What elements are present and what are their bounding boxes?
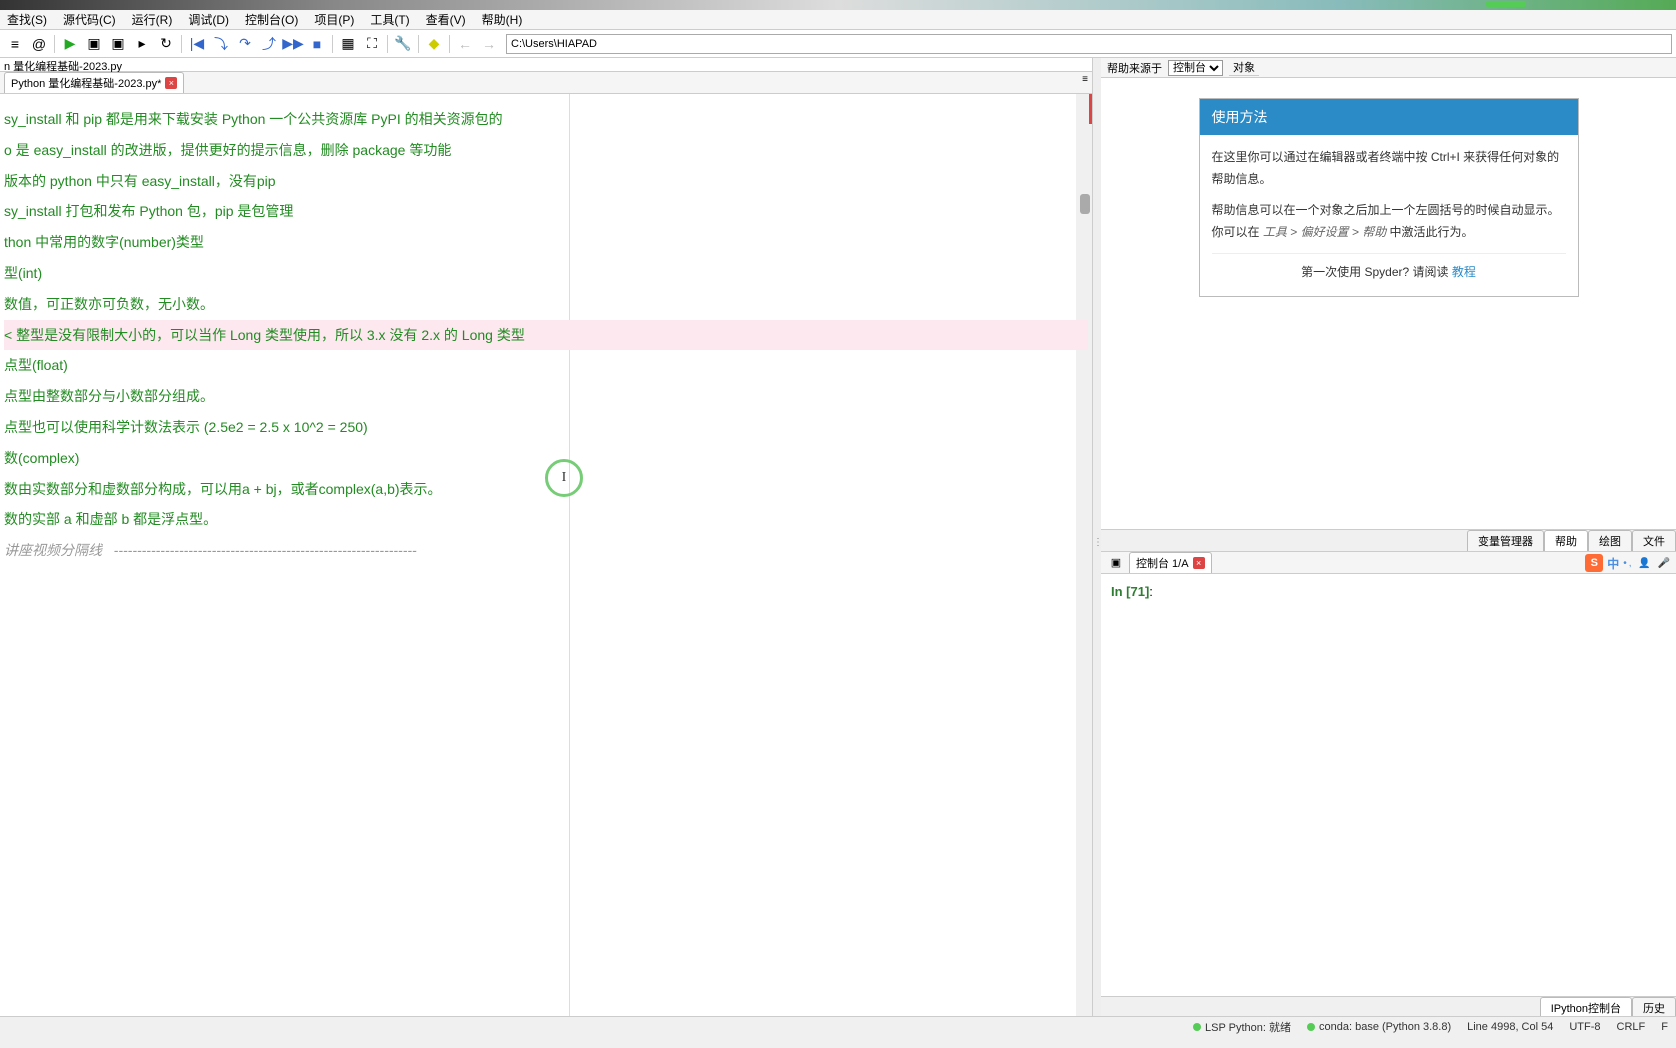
help-body: 使用方法 在这里你可以通过在编辑器或者终端中按 Ctrl+I 来获得任何对象的帮… <box>1101 78 1676 529</box>
help-header: 帮助来源于 控制台 对象 <box>1101 58 1676 78</box>
ime-bar: S 中 •, 👤 🎤 <box>1585 554 1672 572</box>
tab-plot[interactable]: 绘图 <box>1588 530 1632 551</box>
run-cell-icon[interactable]: ▣ <box>83 33 105 55</box>
debug-continue-icon[interactable]: ▶▶ <box>282 33 304 55</box>
code-line-active: < 整型是没有限制大小的，可以当作 Long 类型使用，所以 3.x 没有 2.… <box>4 320 1088 351</box>
help-text-2: 帮助信息可以在一个对象之后加上一个左圆括号的时候自动显示。 你可以在 工具 > … <box>1212 200 1566 243</box>
separator-line: 讲座视频分隔线 --------------------------------… <box>4 535 1088 566</box>
menu-debug[interactable]: 调试(D) <box>186 11 231 28</box>
sogou-icon[interactable]: S <box>1585 554 1603 572</box>
debug-stop-icon[interactable]: ■ <box>306 33 328 55</box>
code-line: o 是 easy_install 的改进版，提供更好的提示信息，删除 packa… <box>4 135 1088 166</box>
menu-console[interactable]: 控制台(O) <box>243 11 300 28</box>
help-footer-text: 第一次使用 Spyder? 请阅读 <box>1301 265 1452 279</box>
help-card-title: 使用方法 <box>1200 99 1578 135</box>
code-line: 点型(float) <box>4 350 1088 381</box>
working-dir-input[interactable] <box>506 34 1672 54</box>
status-encoding: UTF-8 <box>1569 1021 1600 1033</box>
code-line: 点型也可以使用科学计数法表示 (2.5e2 = 2.5 x 10^2 = 250… <box>4 412 1088 443</box>
menu-project[interactable]: 项目(P) <box>312 11 356 28</box>
status-conda[interactable]: conda: base (Python 3.8.8) <box>1307 1021 1451 1033</box>
menu-source[interactable]: 源代码(C) <box>61 11 118 28</box>
code-line: thon 中常用的数字(number)类型 <box>4 227 1088 258</box>
ime-options-icon[interactable]: •, 👤 🎤 <box>1623 558 1672 569</box>
tab-ipython[interactable]: IPython控制台 <box>1540 997 1632 1016</box>
cursor-highlight-icon <box>545 459 583 497</box>
tab-menu-icon[interactable]: ≡ <box>1082 74 1088 85</box>
statusbar: LSP Python: 就绪 conda: base (Python 3.8.8… <box>0 1016 1676 1036</box>
menu-find[interactable]: 查找(S) <box>5 11 49 28</box>
code-line: 型(int) <box>4 258 1088 289</box>
console-tabs: ▣ 控制台 1/A × S 中 •, 👤 🎤 <box>1101 552 1676 574</box>
debug-step-in-icon[interactable]: ⤵ <box>210 33 232 55</box>
help-text-1: 在这里你可以通过在编辑器或者终端中按 Ctrl+I 来获得任何对象的帮助信息。 <box>1212 147 1566 190</box>
help-card: 使用方法 在这里你可以通过在编辑器或者终端中按 Ctrl+I 来获得任何对象的帮… <box>1199 98 1579 297</box>
file-path-label: n 量化编程基础-2023.py <box>0 58 1092 72</box>
code-line: 数值，可正数亦可负数，无小数。 <box>4 289 1088 320</box>
console-bottom-tabs: IPython控制台 历史 <box>1101 996 1676 1016</box>
splitter[interactable] <box>1093 58 1101 1016</box>
code-line: 数的实部 a 和虚部 b 都是浮点型。 <box>4 504 1088 535</box>
fullscreen-icon[interactable]: ⛶ <box>361 33 383 55</box>
tutorial-link[interactable]: 教程 <box>1452 265 1476 279</box>
menu-run[interactable]: 运行(R) <box>130 11 175 28</box>
tab-help[interactable]: 帮助 <box>1544 530 1588 551</box>
window-titlebar <box>0 0 1676 10</box>
close-icon[interactable]: × <box>1193 557 1205 569</box>
menu-view[interactable]: 查看(V) <box>424 11 468 28</box>
console-prompt: In [71]: <box>1111 584 1666 599</box>
code-line: sy_install 和 pip 都是用来下载安装 Python 一个公共资源库… <box>4 104 1088 135</box>
editor-tabs: Python 量化编程基础-2023.py* × ≡ <box>0 72 1092 94</box>
status-linecol: Line 4998, Col 54 <box>1467 1021 1553 1033</box>
code-line: 版本的 python 中只有 easy_install，没有pip <box>4 166 1088 197</box>
toolbar: ≡ @ ▶ ▣ ▣ ▸ ↻ |◀ ⤵ ↷ ⤴ ▶▶ ■ ▦ ⛶ 🔧 ◆ ← → <box>0 30 1676 58</box>
help-source-select[interactable]: 控制台 <box>1168 60 1223 76</box>
debug-step-out-icon[interactable]: ⤴ <box>258 33 280 55</box>
debug-step-over-icon[interactable]: ↷ <box>234 33 256 55</box>
help-object-label: 对象 <box>1229 59 1259 76</box>
code-editor[interactable]: sy_install 和 pip 都是用来下载安装 Python 一个公共资源库… <box>0 94 1092 1016</box>
status-lsp: LSP Python: 就绪 <box>1193 1019 1291 1035</box>
run-cell-advance-icon[interactable]: ▣ <box>107 33 129 55</box>
nav-forward-icon[interactable]: → <box>478 33 500 55</box>
tab-files[interactable]: 文件 <box>1632 530 1676 551</box>
editor-tab[interactable]: Python 量化编程基础-2023.py* × <box>4 72 184 93</box>
console-body[interactable]: In [71]: <box>1101 574 1676 996</box>
run-selection-icon[interactable]: ▸ <box>131 33 153 55</box>
tab-label: Python 量化编程基础-2023.py* <box>11 75 161 91</box>
close-icon[interactable]: × <box>165 77 177 89</box>
rerun-icon[interactable]: ↻ <box>155 33 177 55</box>
python-icon[interactable]: ◆ <box>423 33 445 55</box>
code-line: sy_install 打包和发布 Python 包，pip 是包管理 <box>4 196 1088 227</box>
settings-icon[interactable]: 🔧 <box>392 33 414 55</box>
tab-variables[interactable]: 变量管理器 <box>1467 530 1544 551</box>
nav-back-icon[interactable]: ← <box>454 33 476 55</box>
menubar: 查找(S) 源代码(C) 运行(R) 调试(D) 控制台(O) 项目(P) 工具… <box>0 10 1676 30</box>
run-icon[interactable]: ▶ <box>59 33 81 55</box>
layout-icon[interactable]: ▦ <box>337 33 359 55</box>
help-panel-tabs: 变量管理器 帮助 绘图 文件 <box>1101 529 1676 551</box>
at-icon[interactable]: @ <box>28 33 50 55</box>
console-tab[interactable]: 控制台 1/A × <box>1129 552 1212 573</box>
help-source-label: 帮助来源于 <box>1107 60 1162 76</box>
console-tab-label: 控制台 1/A <box>1136 555 1189 571</box>
code-line: 点型由整数部分与小数部分组成。 <box>4 381 1088 412</box>
list-icon[interactable]: ≡ <box>4 33 26 55</box>
console-menu-icon[interactable]: ▣ <box>1105 551 1127 573</box>
tab-history[interactable]: 历史 <box>1632 997 1676 1016</box>
status-rw: F <box>1661 1021 1668 1033</box>
status-eol: CRLF <box>1617 1021 1646 1033</box>
menu-tools[interactable]: 工具(T) <box>368 11 411 28</box>
menu-help[interactable]: 帮助(H) <box>480 11 525 28</box>
debug-step-first-icon[interactable]: |◀ <box>186 33 208 55</box>
ime-mode[interactable]: 中 <box>1607 555 1619 572</box>
